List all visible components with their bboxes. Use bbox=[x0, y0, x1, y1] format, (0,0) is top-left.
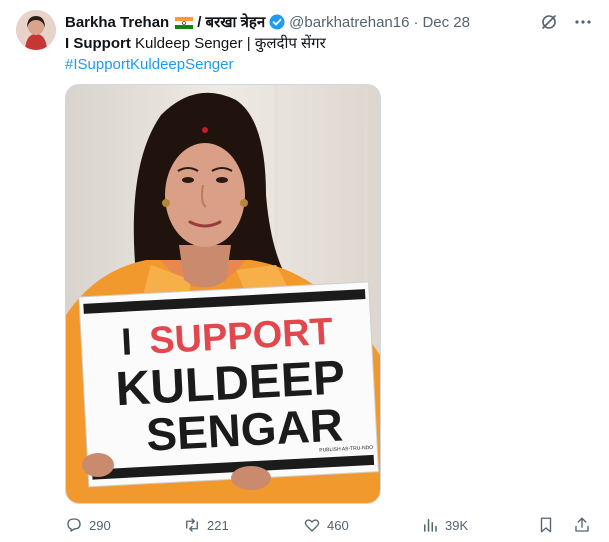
views-button[interactable]: 39K bbox=[421, 516, 531, 534]
tweet-text-body: Kuldeep Senger | कुलदीप सेंगर bbox=[130, 35, 326, 52]
repost-icon bbox=[186, 518, 198, 532]
separator-dot: · bbox=[413, 13, 419, 31]
sign-text-i: I bbox=[120, 321, 133, 363]
author-name[interactable]: Barkha Trehan bbox=[65, 14, 169, 31]
reply-count: 290 bbox=[89, 517, 111, 533]
india-flag-icon bbox=[175, 16, 194, 29]
tweet-header: Barkha Trehan / बरखा त्रेहन @barkhatreha… bbox=[65, 12, 593, 32]
header-actions bbox=[539, 12, 593, 32]
repost-count: 221 bbox=[207, 517, 229, 533]
grok-icon[interactable] bbox=[539, 12, 559, 32]
tweet-photo[interactable]: I SUPPORT KULDEEP SENGAR PUBLISH AS-TRU-… bbox=[65, 84, 381, 504]
tweet-actions: 290 221 460 39K bbox=[65, 514, 593, 536]
like-button[interactable]: 460 bbox=[303, 516, 421, 534]
sign-text-sengar: SENGAR bbox=[145, 398, 344, 460]
heart-icon bbox=[304, 519, 320, 532]
avatar[interactable] bbox=[16, 10, 56, 50]
share-button[interactable] bbox=[573, 516, 593, 534]
tweet[interactable]: Barkha Trehan / बरखा त्रेहन @barkhatreha… bbox=[0, 0, 609, 542]
reply-icon bbox=[67, 518, 81, 532]
repost-button[interactable]: 221 bbox=[183, 516, 303, 534]
tweet-text: I Support Kuldeep Senger | कुलदीप सेंगर … bbox=[65, 33, 585, 75]
more-options-icon[interactable] bbox=[573, 12, 593, 32]
bookmark-icon bbox=[540, 517, 552, 533]
author-handle[interactable]: @barkhatrehan16 bbox=[289, 14, 409, 31]
views-count: 39K bbox=[445, 517, 469, 533]
verified-badge-icon bbox=[269, 14, 285, 30]
author-name-hindi[interactable]: / बरखा त्रेहन bbox=[197, 12, 265, 32]
like-count: 460 bbox=[327, 517, 349, 533]
hashtag-link[interactable]: #ISupportKuldeepSenger bbox=[65, 56, 233, 73]
share-icon bbox=[575, 517, 589, 532]
bookmark-button[interactable] bbox=[537, 516, 573, 534]
tweet-date[interactable]: Dec 28 bbox=[422, 14, 470, 31]
views-icon bbox=[424, 519, 437, 532]
tweet-text-bold: I Support bbox=[65, 35, 131, 52]
reply-button[interactable]: 290 bbox=[65, 516, 183, 534]
